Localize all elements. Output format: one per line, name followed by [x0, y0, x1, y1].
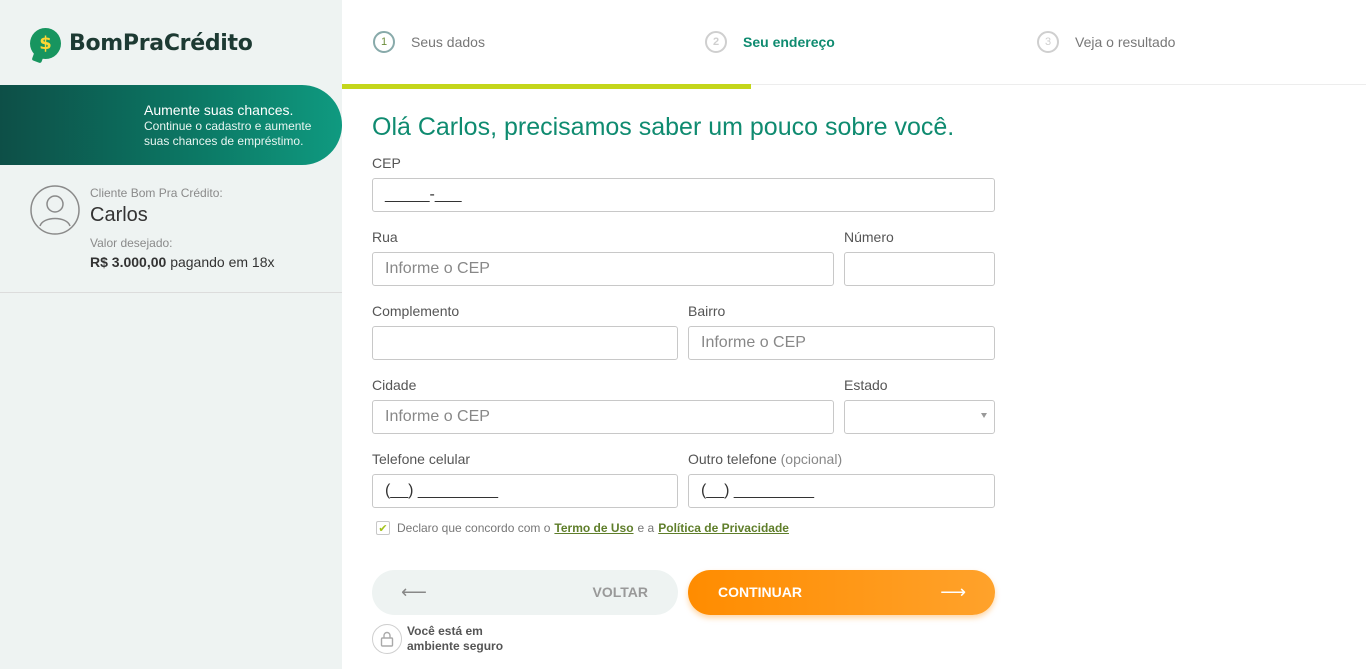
outro-telefone-text: Outro telefone	[688, 451, 777, 467]
rua-input[interactable]: Informe o CEP	[372, 252, 834, 286]
value-terms: pagando em 18x	[170, 254, 275, 270]
step-seu-endereco: 2 Seu endereço	[705, 31, 835, 53]
outro-telefone-input[interactable]: (__) _________	[688, 474, 995, 508]
complemento-label: Complemento	[372, 303, 460, 319]
complemento-input[interactable]	[372, 326, 678, 360]
brand-name: BomPraCrédito	[69, 31, 253, 56]
terms-middle: e a	[637, 521, 655, 535]
client-label: Cliente Bom Pra Crédito:	[90, 186, 223, 200]
value-amount: R$ 3.000,00	[90, 254, 167, 270]
terms-link[interactable]: Termo de Uso	[554, 521, 633, 535]
terms-row: ✔ Declaro que concordo com o Termo de Us…	[376, 521, 793, 535]
step-label: Veja o resultado	[1075, 34, 1176, 50]
step-3-icon: 3	[1037, 31, 1059, 53]
bairro-label: Bairro	[688, 303, 726, 319]
client-name: Carlos	[90, 204, 148, 226]
arrow-right-icon: ⟶	[940, 582, 966, 602]
celular-label: Telefone celular	[372, 451, 471, 467]
step-seus-dados: 1 Seus dados	[373, 31, 485, 53]
optional-tag: (opcional)	[780, 451, 843, 467]
steps-bar: 1 Seus dados 2 Seu endereço 3 Veja o res…	[342, 0, 1366, 89]
celular-input[interactable]: (__) _________	[372, 474, 678, 508]
secure-text: Você está em ambiente seguro	[407, 624, 504, 653]
arrow-left-icon: ⟵	[401, 582, 427, 602]
terms-checkbox[interactable]: ✔	[376, 521, 390, 535]
estado-label: Estado	[844, 377, 888, 393]
back-button-label: VOLTAR	[592, 584, 648, 600]
continue-button[interactable]: CONTINUAR ⟶	[688, 570, 995, 615]
terms-prefix: Declaro que concordo com o	[397, 521, 551, 535]
continue-button-label: CONTINUAR	[718, 584, 802, 600]
outro-telefone-label: Outro telefone (opcional)	[688, 451, 842, 467]
cep-label: CEP	[372, 155, 401, 171]
user-avatar-icon	[30, 185, 80, 235]
rua-label: Rua	[372, 229, 398, 245]
value-label: Valor desejado:	[90, 236, 173, 250]
privacy-link[interactable]: Política de Privacidade	[658, 521, 789, 535]
step-veja-resultado: 3 Veja o resultado	[1037, 31, 1175, 53]
page-title: Olá Carlos, precisamos saber um pouco so…	[372, 113, 955, 141]
bairro-input[interactable]: Informe o CEP	[688, 326, 995, 360]
caret-down-icon	[981, 413, 987, 418]
lock-icon	[372, 624, 402, 654]
cep-input[interactable]: _____-___	[372, 178, 995, 212]
secure-badge: Você está em ambiente seguro	[372, 624, 517, 654]
numero-input[interactable]	[844, 252, 995, 286]
chances-title: Aumente suas chances.	[144, 102, 294, 118]
progress-bar	[342, 84, 751, 89]
cidade-input[interactable]: Informe o CEP	[372, 400, 834, 434]
step-label: Seu endereço	[743, 34, 835, 50]
chances-banner: Aumente suas chances. Continue o cadastr…	[0, 85, 342, 165]
chances-subtitle: Continue o cadastro e aumente suas chanc…	[144, 119, 312, 148]
estado-select[interactable]	[844, 400, 995, 434]
check-icon: ✔	[378, 522, 388, 535]
step-1-icon: 1	[373, 31, 395, 53]
cidade-label: Cidade	[372, 377, 417, 393]
value-row: R$ 3.000,00 pagando em 18x	[90, 254, 275, 270]
dollar-coin-icon: $	[30, 28, 61, 59]
sidebar: $ BomPraCrédito Aumente suas chances. Co…	[0, 0, 342, 669]
step-2-icon: 2	[705, 31, 727, 53]
client-profile: Cliente Bom Pra Crédito: Carlos Valor de…	[0, 165, 342, 293]
step-label: Seus dados	[411, 34, 485, 50]
numero-label: Número	[844, 229, 894, 245]
back-button[interactable]: ⟵ VOLTAR	[372, 570, 678, 615]
brand-logo[interactable]: $ BomPraCrédito	[30, 28, 253, 59]
